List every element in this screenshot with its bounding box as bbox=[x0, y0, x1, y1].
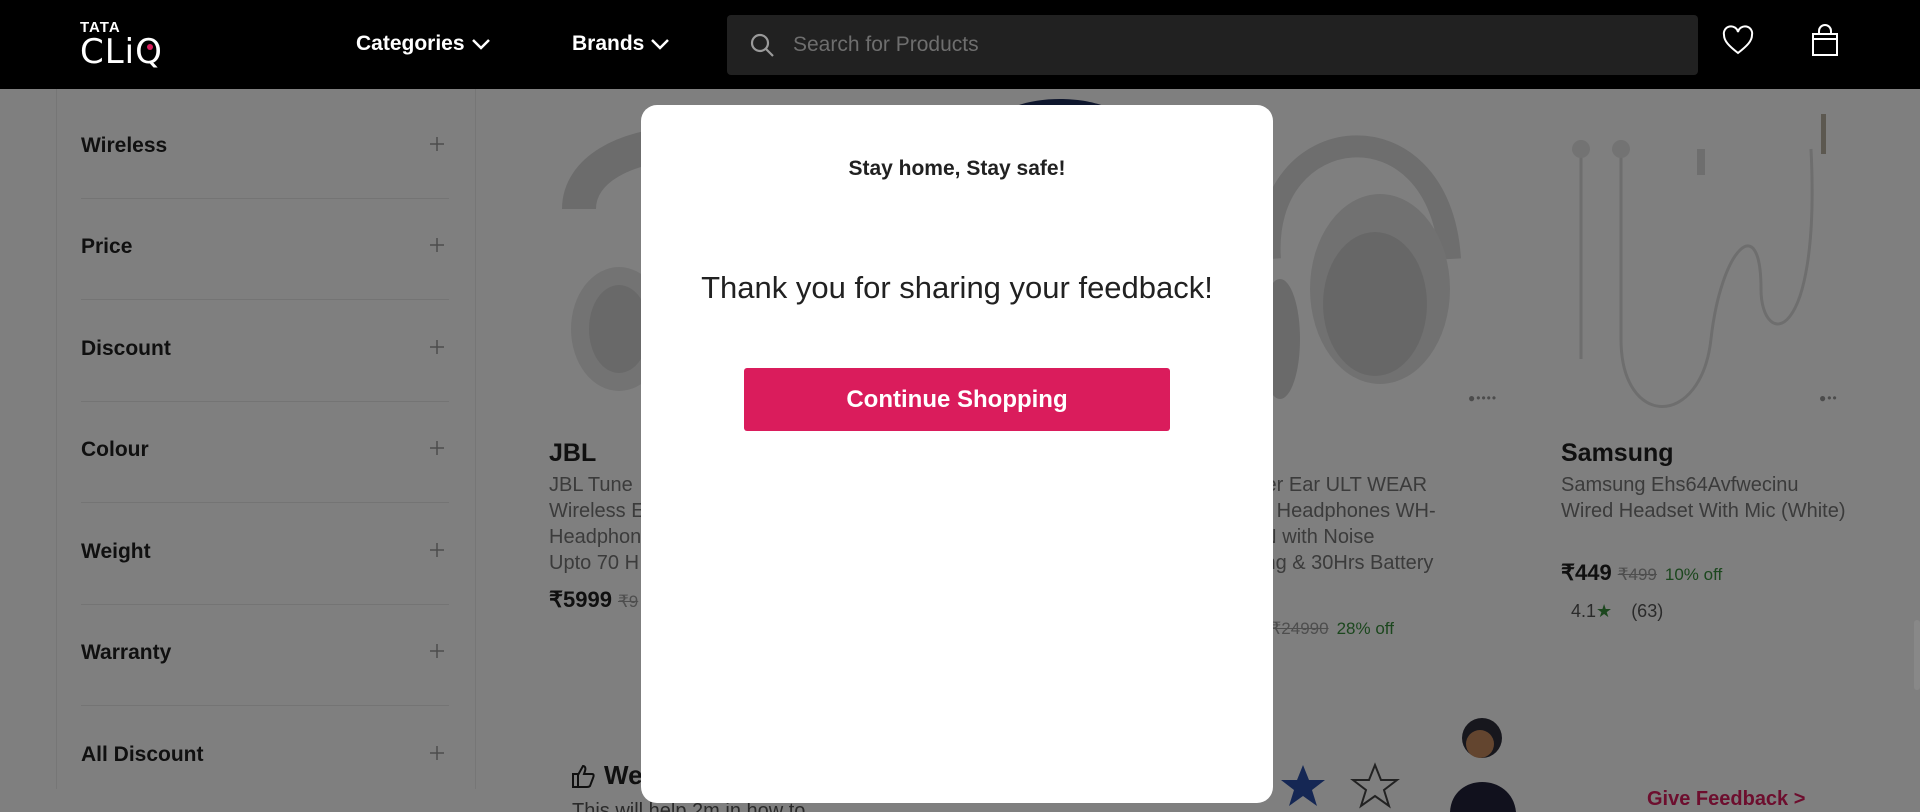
logo-dot bbox=[147, 44, 153, 50]
nav-brands[interactable]: Brands bbox=[572, 32, 670, 56]
search-bar[interactable] bbox=[727, 15, 1698, 75]
logo-bottom-text: CLiQ bbox=[80, 32, 163, 72]
modal-message: Thank you for sharing your feedback! bbox=[701, 270, 1213, 305]
tata-cliq-logo[interactable]: TATA CLiQ bbox=[80, 20, 163, 72]
site-header: TATA CLiQ Categories Brands bbox=[0, 0, 1920, 89]
nav-categories-label: Categories bbox=[356, 32, 465, 55]
bag-icon[interactable] bbox=[1808, 24, 1842, 58]
nav-brands-label: Brands bbox=[572, 32, 645, 55]
search-icon bbox=[750, 33, 774, 57]
search-input[interactable] bbox=[793, 33, 1643, 57]
heart-icon[interactable] bbox=[1721, 24, 1755, 58]
modal-title: Stay home, Stay safe! bbox=[848, 157, 1066, 180]
nav-categories[interactable]: Categories bbox=[356, 32, 491, 56]
chevron-down-icon bbox=[471, 39, 490, 50]
page-scrollbar[interactable] bbox=[1914, 620, 1920, 690]
continue-shopping-button[interactable]: Continue Shopping bbox=[744, 368, 1170, 431]
feedback-thank-you-modal: Stay home, Stay safe! Thank you for shar… bbox=[641, 105, 1273, 803]
chevron-down-icon bbox=[651, 39, 670, 50]
